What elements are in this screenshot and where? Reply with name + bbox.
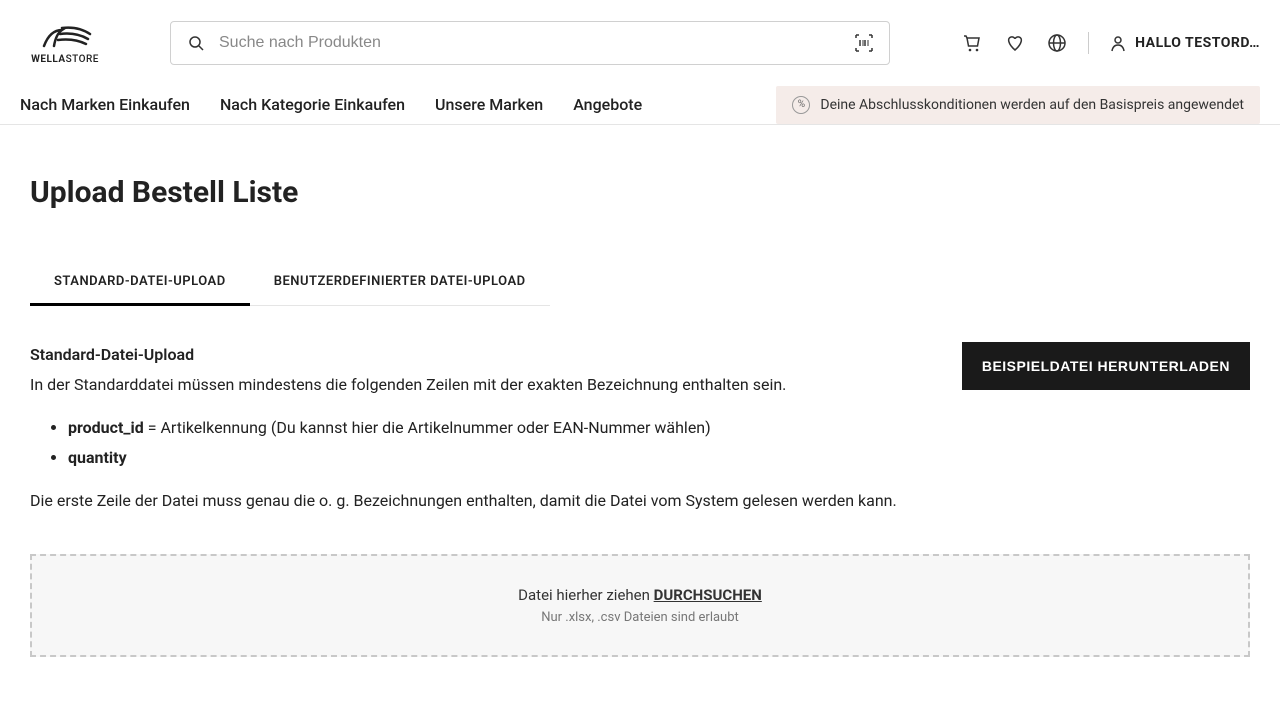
file-dropzone[interactable]: Datei hierher ziehen DURCHSUCHEN Nur .xl… — [30, 554, 1250, 657]
required-fields-list: product_id = Artikelkennung (Du kannst h… — [68, 415, 922, 470]
panel-text: Standard-Datei-Upload In der Standarddat… — [30, 342, 922, 514]
search-input[interactable] — [219, 34, 841, 52]
heart-icon[interactable] — [1004, 32, 1026, 54]
tab-custom-upload[interactable]: BENUTZERDEFINIERTER DATEI-UPLOAD — [250, 260, 550, 306]
dropzone-text: Datei hierher ziehen DURCHSUCHEN — [62, 586, 1218, 604]
user-icon — [1109, 34, 1127, 52]
panel-heading: Standard-Datei-Upload — [30, 342, 922, 368]
list-item: product_id = Artikelkennung (Du kannst h… — [68, 415, 922, 441]
user-greeting-text: HALLO TESTORD… — [1135, 35, 1260, 51]
barcode-scan-icon[interactable] — [853, 32, 875, 54]
upload-panel: Standard-Datei-Upload In der Standarddat… — [30, 342, 1250, 514]
globe-icon[interactable] — [1046, 32, 1068, 54]
nav-item-offers[interactable]: Angebote — [573, 85, 642, 124]
page-title: Upload Bestell Liste — [30, 175, 1250, 210]
panel-intro: In der Standarddatei müssen mindestens d… — [30, 372, 922, 398]
list-item: quantity — [68, 445, 922, 471]
logo-text: WELLASTORE — [31, 54, 99, 65]
nav-item-category[interactable]: Nach Kategorie Einkaufen — [220, 85, 405, 124]
user-menu[interactable]: HALLO TESTORD… — [1109, 34, 1260, 52]
nav-item-our-brands[interactable]: Unsere Marken — [435, 85, 543, 124]
search-box[interactable] — [170, 21, 890, 65]
browse-link[interactable]: DURCHSUCHEN — [654, 586, 762, 604]
logo[interactable]: WELLASTORE — [20, 20, 110, 65]
main-content: Upload Bestell Liste STANDARD-DATEI-UPLO… — [10, 125, 1270, 687]
main-nav: Nach Marken Einkaufen Nach Kategorie Ein… — [20, 85, 642, 124]
notice-banner: % Deine Abschlusskonditionen werden auf … — [776, 86, 1260, 124]
wella-logo-icon — [36, 20, 94, 50]
cart-icon[interactable] — [962, 32, 984, 54]
search-wrapper — [170, 21, 890, 65]
download-sample-button[interactable]: BEISPIELDATEI HERUNTERLADEN — [962, 342, 1250, 390]
notice-text: Deine Abschlusskonditionen werden auf de… — [820, 97, 1244, 113]
header-icons: HALLO TESTORD… — [962, 32, 1260, 54]
percent-icon: % — [792, 96, 810, 114]
tab-standard-upload[interactable]: STANDARD-DATEI-UPLOAD — [30, 260, 250, 306]
nav-item-brands[interactable]: Nach Marken Einkaufen — [20, 85, 190, 124]
panel-outro: Die erste Zeile der Datei muss genau die… — [30, 488, 922, 514]
divider — [1088, 32, 1089, 54]
nav-row: Nach Marken Einkaufen Nach Kategorie Ein… — [20, 85, 1260, 124]
search-icon — [185, 32, 207, 54]
header: WELLASTORE — [0, 0, 1280, 124]
tabs: STANDARD-DATEI-UPLOAD BENUTZERDEFINIERTE… — [30, 260, 550, 306]
header-top-row: WELLASTORE — [20, 20, 1260, 65]
dropzone-hint: Nur .xlsx, .csv Dateien sind erlaubt — [62, 610, 1218, 625]
